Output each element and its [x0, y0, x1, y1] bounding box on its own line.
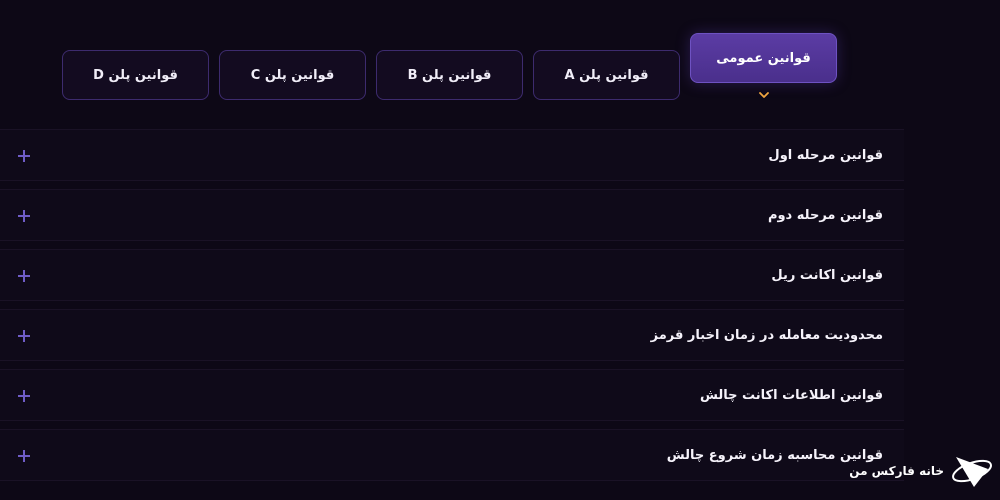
house-logo-icon — [952, 457, 992, 487]
tab-plan-d-rules[interactable]: قوانین پلن D — [62, 50, 209, 100]
plus-icon[interactable] — [18, 330, 30, 342]
tab-plan-c-rules[interactable]: قوانین پلن C — [219, 50, 366, 100]
brand-name: خانه فارکس من — [849, 464, 944, 478]
plus-icon[interactable] — [18, 210, 30, 222]
plus-icon[interactable] — [18, 450, 30, 462]
accordion-item-challenge-start-time[interactable]: قوانین محاسبه زمان شروع چالش — [0, 429, 904, 481]
accordion-item-red-news-limit[interactable]: محدودیت معامله در زمان اخبار قرمز — [0, 309, 904, 361]
accordion-item-real-account[interactable]: قوانین اکانت ریل — [0, 249, 904, 301]
plus-icon[interactable] — [18, 270, 30, 282]
tab-label: قوانین پلن D — [93, 67, 178, 83]
tab-general-rules[interactable]: قوانین عمومی — [690, 33, 837, 83]
plus-icon[interactable] — [18, 390, 30, 402]
brand-watermark: خانه فارکس من — [849, 448, 994, 494]
tab-label: قوانین پلن C — [250, 67, 335, 83]
tab-label: قوانین پلن A — [564, 67, 649, 83]
accordion-item-challenge-account-info[interactable]: قوانین اطلاعات اکانت چالش — [0, 369, 904, 421]
tab-plan-a-rules[interactable]: قوانین پلن A — [533, 50, 680, 100]
rules-accordion: قوانین مرحله اول قوانین مرحله دوم قوانین… — [0, 129, 904, 489]
accordion-item-title: قوانین اکانت ریل — [771, 268, 883, 283]
tab-plan-b-rules[interactable]: قوانین پلن B — [376, 50, 523, 100]
tab-label: قوانین عمومی — [716, 50, 811, 66]
plus-icon[interactable] — [18, 150, 30, 162]
accordion-item-title: محدودیت معامله در زمان اخبار قرمز — [650, 328, 883, 343]
accordion-item-title: قوانین اطلاعات اکانت چالش — [699, 388, 883, 403]
accordion-item-stage-two[interactable]: قوانین مرحله دوم — [0, 189, 904, 241]
accordion-item-stage-one[interactable]: قوانین مرحله اول — [0, 129, 904, 181]
rules-page: قوانین عمومی قوانین پلن A قوانین پلن B ق… — [0, 0, 1000, 500]
accordion-item-title: قوانین مرحله دوم — [767, 208, 883, 223]
chevron-down-icon — [759, 92, 769, 98]
tab-label: قوانین پلن B — [407, 67, 492, 83]
accordion-item-title: قوانین مرحله اول — [768, 148, 883, 163]
